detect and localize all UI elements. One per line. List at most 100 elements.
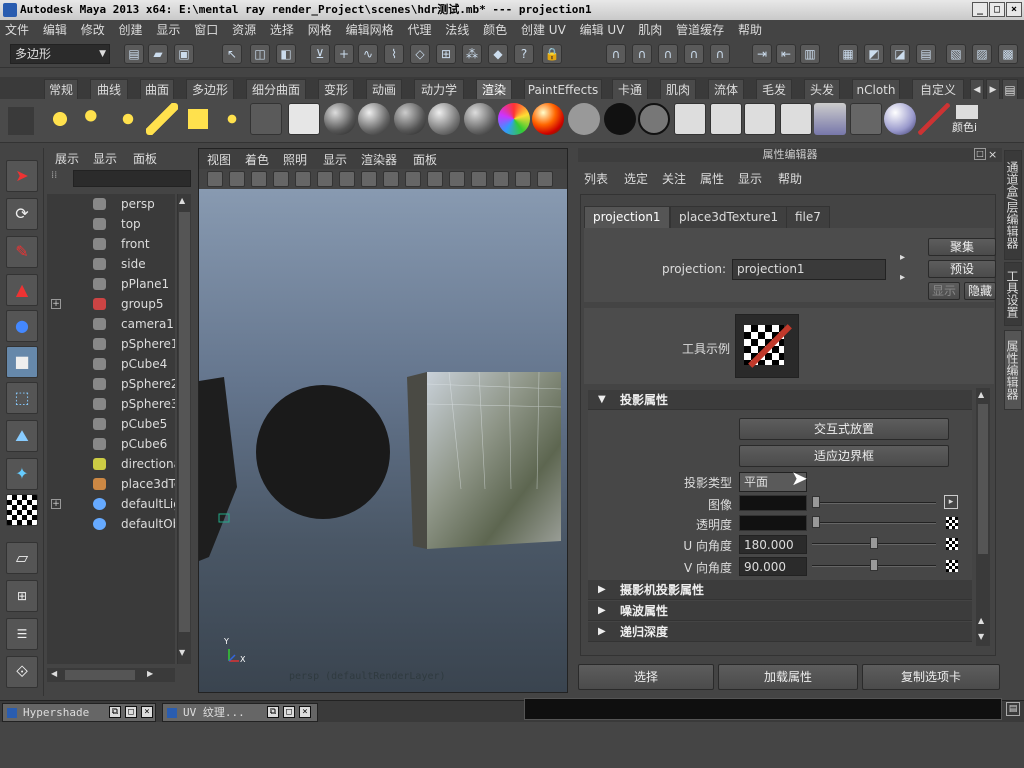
hypershade-shelf-icon[interactable] bbox=[814, 103, 846, 135]
scroll-up-icon[interactable]: ▲ bbox=[978, 616, 984, 625]
tab-channel-box-layer-editor[interactable]: 通道盒/层编辑器 bbox=[1004, 150, 1022, 260]
menu-mesh[interactable]: 网格 bbox=[303, 20, 337, 40]
transparency-slider-knob[interactable] bbox=[812, 516, 820, 528]
copy-tab-button[interactable]: 复制选项卡 bbox=[862, 664, 1000, 690]
tab-tool-settings[interactable]: 工具设置 bbox=[1004, 262, 1022, 326]
image-plane-icon[interactable] bbox=[515, 171, 531, 187]
menu-help[interactable]: 帮助 bbox=[733, 20, 767, 40]
tab-projection1[interactable]: projection1 bbox=[584, 206, 670, 228]
select-button[interactable]: 选择 bbox=[578, 664, 714, 690]
shelf-tab-rendering[interactable]: 渲染 bbox=[476, 79, 512, 99]
viewport-menu-lighting[interactable]: 照明 bbox=[283, 151, 307, 168]
volume-light-icon[interactable] bbox=[216, 103, 248, 135]
env-sphere-icon[interactable] bbox=[884, 103, 916, 135]
shelf-scroll-left-icon[interactable]: ◀ bbox=[970, 79, 984, 99]
outliner-menu-show[interactable]: 展示 bbox=[55, 150, 79, 167]
lock-icon[interactable]: 🔒 bbox=[542, 44, 562, 64]
restore-icon[interactable]: ⧉ bbox=[267, 706, 279, 718]
render-view-icon[interactable]: ▦ bbox=[838, 44, 858, 64]
color-shelf-item[interactable]: 颜色i bbox=[952, 105, 992, 137]
outliner-layout-icon[interactable]: ☰ bbox=[6, 618, 38, 650]
lasso-tool-icon[interactable]: ⟳ bbox=[6, 198, 38, 230]
menu-edit[interactable]: 编辑 bbox=[38, 20, 72, 40]
shelf-tab-general[interactable]: 常规 bbox=[44, 79, 78, 99]
render-layer-icon[interactable] bbox=[850, 103, 882, 135]
tab-file7[interactable]: file7 bbox=[786, 206, 830, 228]
ambient-light-icon[interactable] bbox=[44, 103, 76, 135]
rotate-tool-icon[interactable]: ● bbox=[6, 310, 38, 342]
phong-e-sphere-icon[interactable] bbox=[428, 103, 460, 135]
select-tool-icon[interactable]: ➤ bbox=[6, 160, 38, 192]
lambert-sphere-icon[interactable] bbox=[324, 103, 356, 135]
hscroll-thumb[interactable] bbox=[65, 670, 135, 680]
make-live-icon[interactable]: ◆ bbox=[488, 44, 508, 64]
film-gate-icon[interactable] bbox=[427, 171, 443, 187]
filter-icon[interactable]: ⊻ bbox=[310, 44, 330, 64]
command-line-input[interactable] bbox=[524, 698, 1002, 720]
snap-vertex-icon[interactable]: ⁂ bbox=[462, 44, 482, 64]
ramp-sphere-icon[interactable] bbox=[498, 103, 530, 135]
outliner-menu-display[interactable]: 显示 bbox=[93, 150, 117, 167]
close-button[interactable]: × bbox=[1006, 2, 1022, 17]
safe-action-icon[interactable] bbox=[449, 171, 465, 187]
shelf-tab-toon[interactable]: 卡通 bbox=[612, 79, 648, 99]
load-attributes-button[interactable]: 加载属性 bbox=[718, 664, 858, 690]
save-scene-icon[interactable]: ▣ bbox=[174, 44, 194, 64]
shelf-tab-curves[interactable]: 曲线 bbox=[90, 79, 128, 99]
outliner-item[interactable]: pCube4 bbox=[47, 354, 175, 374]
isolate-icon[interactable] bbox=[339, 171, 355, 187]
menu-edit-uv[interactable]: 编辑 UV bbox=[575, 20, 630, 40]
tab-attribute-editor[interactable]: 属性编辑器 bbox=[1004, 330, 1022, 410]
smooth-shade-icon[interactable] bbox=[251, 171, 267, 187]
v-angle-map-checker-icon[interactable] bbox=[946, 560, 958, 572]
scroll-left-icon[interactable]: ◀ bbox=[51, 669, 57, 678]
image-slider-track[interactable] bbox=[812, 502, 936, 504]
viewport-menu-renderer[interactable]: 渲染器 bbox=[361, 151, 397, 168]
select-hierarchy-icon[interactable]: ↖ bbox=[222, 44, 242, 64]
help-icon[interactable]: ? bbox=[514, 44, 534, 64]
single-perspective-layout-icon[interactable]: ▱ bbox=[6, 542, 38, 574]
render-current-frame-icon[interactable] bbox=[674, 103, 706, 135]
viewport-menu-view[interactable]: 视图 bbox=[207, 151, 231, 168]
viewport-menu-shading[interactable]: 着色 bbox=[245, 151, 269, 168]
blinn-sphere-icon[interactable] bbox=[358, 103, 390, 135]
transparency-slider-track[interactable] bbox=[812, 522, 936, 524]
outliner-item[interactable]: + group5 bbox=[47, 294, 175, 314]
menu-window[interactable]: 窗口 bbox=[189, 20, 223, 40]
outliner-item[interactable]: persp bbox=[47, 194, 175, 214]
ae-vertical-scrollbar[interactable]: ▲ ▲ ▼ bbox=[976, 388, 990, 646]
ae-menu-focus[interactable]: 关注 bbox=[662, 170, 686, 187]
expand-icon[interactable]: + bbox=[51, 299, 61, 309]
area-light-icon[interactable] bbox=[182, 103, 214, 135]
camera-shelf-icon[interactable] bbox=[250, 103, 282, 135]
soft-mod-icon[interactable]: ⛰ bbox=[6, 420, 38, 452]
menu-edit-mesh[interactable]: 编辑网格 bbox=[341, 20, 399, 40]
shelf-tab-fluids[interactable]: 流体 bbox=[708, 79, 744, 99]
batch-render-icon[interactable] bbox=[744, 103, 776, 135]
float-panel-icon[interactable]: □ bbox=[974, 148, 986, 160]
xray-icon[interactable] bbox=[361, 171, 377, 187]
magnet-point-icon[interactable]: ∩ bbox=[684, 44, 704, 64]
shelf-tab-animation[interactable]: 动画 bbox=[366, 79, 402, 99]
ipr-shelf-icon[interactable] bbox=[710, 103, 742, 135]
tab-place3dtexture1[interactable]: place3dTexture1 bbox=[670, 206, 788, 228]
focus-button[interactable]: 聚集 bbox=[928, 238, 996, 256]
input-ops-icon[interactable]: ⇥ bbox=[752, 44, 772, 64]
snap-plane-icon[interactable]: ◇ bbox=[410, 44, 430, 64]
ae-menu-attributes[interactable]: 属性 bbox=[700, 170, 724, 187]
open-scene-icon[interactable]: ▰ bbox=[148, 44, 168, 64]
toggle-attribute-editor-icon[interactable]: ▧ bbox=[946, 44, 966, 64]
last-tool-icon[interactable] bbox=[6, 494, 38, 526]
anisotropic-sphere-icon[interactable] bbox=[464, 103, 496, 135]
construction-history-icon[interactable]: ▥ bbox=[800, 44, 820, 64]
fit-bbox-button[interactable]: 适应边界框 bbox=[739, 445, 949, 467]
section-camera-projection[interactable]: ▶ 摄影机投影属性 bbox=[588, 580, 972, 600]
menu-modify[interactable]: 修改 bbox=[76, 20, 110, 40]
toggle-tool-settings-icon[interactable]: ▨ bbox=[972, 44, 992, 64]
maximize-button[interactable]: □ bbox=[989, 2, 1005, 17]
snap-grid-icon[interactable]: + bbox=[334, 44, 354, 64]
shelf-options-icon[interactable] bbox=[8, 107, 34, 135]
grid-icon[interactable] bbox=[383, 171, 399, 187]
toggle-channel-box-icon[interactable]: ▩ bbox=[998, 44, 1018, 64]
menu-normals[interactable]: 法线 bbox=[440, 20, 474, 40]
